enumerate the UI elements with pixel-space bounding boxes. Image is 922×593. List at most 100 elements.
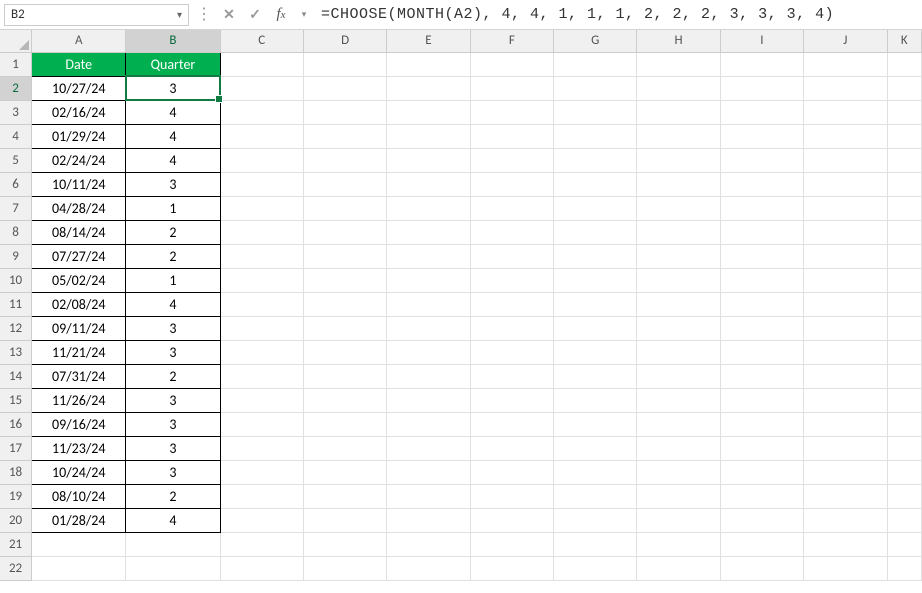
cell-D18[interactable] bbox=[303, 460, 386, 484]
cell-B7[interactable]: 1 bbox=[126, 196, 220, 220]
cell-H19[interactable] bbox=[637, 484, 720, 508]
cell-K6[interactable] bbox=[887, 172, 922, 196]
cell-J3[interactable] bbox=[804, 100, 887, 124]
cell-G4[interactable] bbox=[554, 124, 637, 148]
row-header-8[interactable]: 8 bbox=[0, 220, 32, 244]
cell-H3[interactable] bbox=[637, 100, 720, 124]
cell-F1[interactable] bbox=[470, 52, 553, 76]
cell-G19[interactable] bbox=[554, 484, 637, 508]
cell-I22[interactable] bbox=[720, 556, 803, 580]
column-header-C[interactable]: C bbox=[220, 30, 303, 52]
cell-D1[interactable] bbox=[303, 52, 386, 76]
cell-H18[interactable] bbox=[637, 460, 720, 484]
cell-C19[interactable] bbox=[220, 484, 303, 508]
cell-F14[interactable] bbox=[470, 364, 553, 388]
cell-B4[interactable]: 4 bbox=[126, 124, 220, 148]
cell-G18[interactable] bbox=[554, 460, 637, 484]
cancel-icon[interactable]: ✕ bbox=[219, 4, 239, 26]
cell-J17[interactable] bbox=[804, 436, 887, 460]
cell-J5[interactable] bbox=[804, 148, 887, 172]
row-header-16[interactable]: 16 bbox=[0, 412, 32, 436]
cell-B13[interactable]: 3 bbox=[126, 340, 220, 364]
cell-E19[interactable] bbox=[387, 484, 470, 508]
cell-A14[interactable]: 07/31/24 bbox=[32, 364, 126, 388]
cell-I12[interactable] bbox=[720, 316, 803, 340]
cell-I8[interactable] bbox=[720, 220, 803, 244]
cell-H1[interactable] bbox=[637, 52, 720, 76]
cell-E10[interactable] bbox=[387, 268, 470, 292]
cell-B6[interactable]: 3 bbox=[126, 172, 220, 196]
cell-F10[interactable] bbox=[470, 268, 553, 292]
cell-I14[interactable] bbox=[720, 364, 803, 388]
cell-F21[interactable] bbox=[470, 532, 553, 556]
cell-D6[interactable] bbox=[303, 172, 386, 196]
cell-I18[interactable] bbox=[720, 460, 803, 484]
cell-C11[interactable] bbox=[220, 292, 303, 316]
cell-A13[interactable]: 11/21/24 bbox=[32, 340, 126, 364]
cell-H20[interactable] bbox=[637, 508, 720, 532]
cell-G5[interactable] bbox=[554, 148, 637, 172]
cell-A22[interactable] bbox=[32, 556, 126, 580]
cell-D14[interactable] bbox=[303, 364, 386, 388]
cell-K21[interactable] bbox=[887, 532, 922, 556]
cell-I5[interactable] bbox=[720, 148, 803, 172]
cell-F20[interactable] bbox=[470, 508, 553, 532]
cell-J19[interactable] bbox=[804, 484, 887, 508]
cell-K22[interactable] bbox=[887, 556, 922, 580]
cell-G10[interactable] bbox=[554, 268, 637, 292]
cell-C4[interactable] bbox=[220, 124, 303, 148]
cell-H12[interactable] bbox=[637, 316, 720, 340]
cell-E13[interactable] bbox=[387, 340, 470, 364]
cell-A15[interactable]: 11/26/24 bbox=[32, 388, 126, 412]
row-header-17[interactable]: 17 bbox=[0, 436, 32, 460]
cell-I6[interactable] bbox=[720, 172, 803, 196]
cell-I20[interactable] bbox=[720, 508, 803, 532]
cell-I7[interactable] bbox=[720, 196, 803, 220]
cell-C10[interactable] bbox=[220, 268, 303, 292]
cell-E1[interactable] bbox=[387, 52, 470, 76]
cell-J20[interactable] bbox=[804, 508, 887, 532]
cell-E20[interactable] bbox=[387, 508, 470, 532]
cell-D19[interactable] bbox=[303, 484, 386, 508]
cell-G12[interactable] bbox=[554, 316, 637, 340]
cell-D20[interactable] bbox=[303, 508, 386, 532]
cell-I11[interactable] bbox=[720, 292, 803, 316]
cell-D15[interactable] bbox=[303, 388, 386, 412]
cell-F11[interactable] bbox=[470, 292, 553, 316]
enter-icon[interactable]: ✓ bbox=[245, 4, 265, 26]
cell-C22[interactable] bbox=[220, 556, 303, 580]
cell-D4[interactable] bbox=[303, 124, 386, 148]
cell-K20[interactable] bbox=[887, 508, 922, 532]
cell-E11[interactable] bbox=[387, 292, 470, 316]
cell-I21[interactable] bbox=[720, 532, 803, 556]
cell-G14[interactable] bbox=[554, 364, 637, 388]
cell-J12[interactable] bbox=[804, 316, 887, 340]
chevron-down-icon[interactable]: ▾ bbox=[177, 8, 182, 21]
cell-K19[interactable] bbox=[887, 484, 922, 508]
cell-H21[interactable] bbox=[637, 532, 720, 556]
cell-D3[interactable] bbox=[303, 100, 386, 124]
row-header-20[interactable]: 20 bbox=[0, 508, 32, 532]
select-all-corner[interactable] bbox=[0, 30, 32, 52]
spreadsheet-grid[interactable]: ABCDEFGHIJK1DateQuarter210/27/243302/16/… bbox=[0, 30, 922, 581]
row-header-19[interactable]: 19 bbox=[0, 484, 32, 508]
cell-A2[interactable]: 10/27/24 bbox=[32, 76, 126, 100]
cell-K9[interactable] bbox=[887, 244, 922, 268]
cell-I16[interactable] bbox=[720, 412, 803, 436]
cell-K16[interactable] bbox=[887, 412, 922, 436]
cell-B10[interactable]: 1 bbox=[126, 268, 220, 292]
cell-C13[interactable] bbox=[220, 340, 303, 364]
column-header-I[interactable]: I bbox=[720, 30, 803, 52]
cell-F17[interactable] bbox=[470, 436, 553, 460]
cell-D13[interactable] bbox=[303, 340, 386, 364]
row-header-18[interactable]: 18 bbox=[0, 460, 32, 484]
cell-E3[interactable] bbox=[387, 100, 470, 124]
cell-B14[interactable]: 2 bbox=[126, 364, 220, 388]
column-header-B[interactable]: B bbox=[126, 30, 220, 52]
cell-B9[interactable]: 2 bbox=[126, 244, 220, 268]
row-header-1[interactable]: 1 bbox=[0, 52, 32, 76]
cell-H7[interactable] bbox=[637, 196, 720, 220]
cell-B18[interactable]: 3 bbox=[126, 460, 220, 484]
cell-H2[interactable] bbox=[637, 76, 720, 100]
cell-I9[interactable] bbox=[720, 244, 803, 268]
